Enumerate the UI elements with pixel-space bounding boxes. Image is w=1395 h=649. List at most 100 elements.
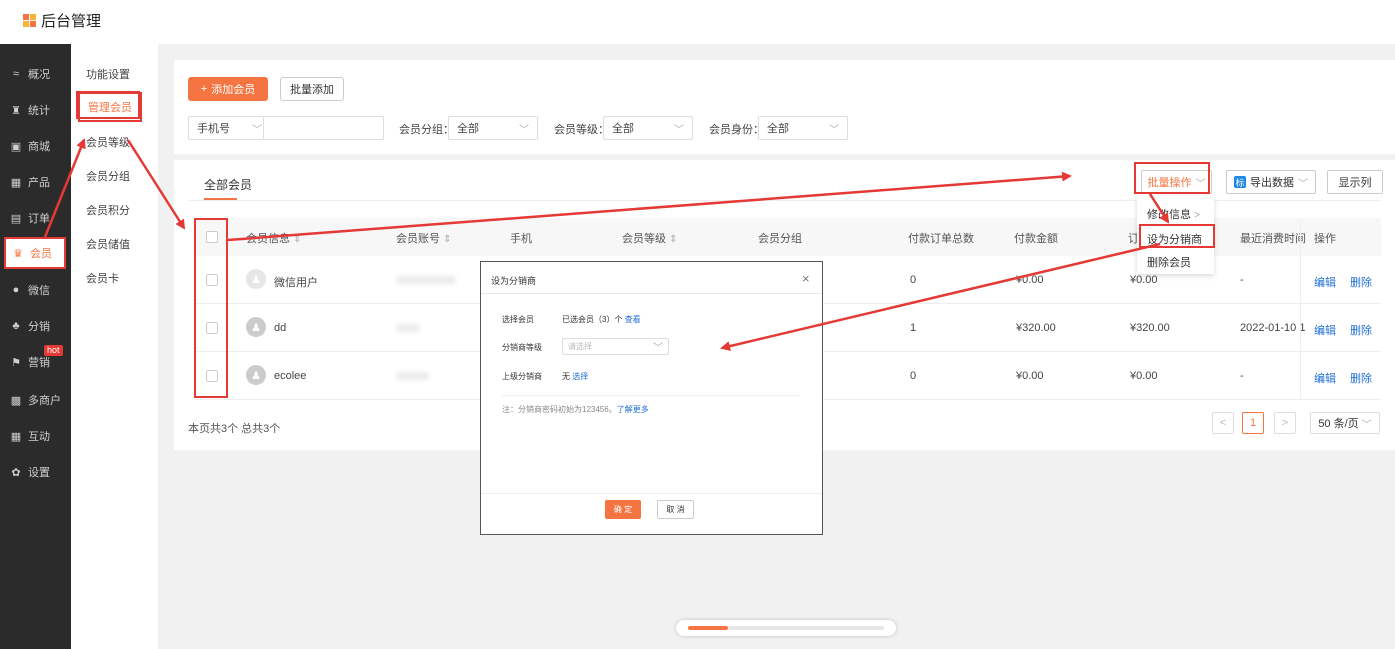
gear-icon: ✿: [11, 466, 21, 479]
paid-amount: ¥0.00: [1016, 274, 1044, 286]
sidebar-item-stats[interactable]: ♜ 统计: [0, 92, 71, 128]
subnav-member-balance[interactable]: 会员储值: [86, 236, 130, 252]
crown-icon: ♛: [13, 247, 23, 260]
blurred-account: [396, 372, 430, 380]
subnav-member-groups[interactable]: 会员分组: [86, 168, 130, 184]
distributor-level-label: 分销商等级: [502, 343, 542, 352]
add-member-button[interactable]: + 添加会员: [188, 77, 268, 101]
confirm-button[interactable]: 确 定: [605, 500, 641, 519]
horizontal-scrollbar[interactable]: [676, 620, 896, 636]
sidebar: ≈ 概况 ♜ 统计 ▣ 商城 ▦ 产品 ▤ 订单 ♛ 会员 ● 微信 ♣ 分销 ⚑ 营销 hot ▩…: [0, 44, 71, 649]
subnav-member-points[interactable]: 会员积分: [86, 202, 130, 218]
sort-icon: ⇕: [293, 234, 302, 245]
app-logo: 后台管理: [23, 10, 101, 31]
prev-page-button[interactable]: <: [1212, 412, 1234, 434]
export-data-button[interactable]: 标导出数据 ﹀: [1226, 170, 1316, 194]
filter-card: + 添加会员 批量添加 手机号 ﹀ 会员分组： 全部 ﹀ 会员等级： 全部 ﹀ 会员身份…: [174, 60, 1395, 154]
display-columns-button[interactable]: 显示列: [1327, 170, 1383, 194]
identity-filter-label: 会员身份：: [709, 124, 764, 136]
distributor-level-select[interactable]: 请选择 ﹀: [562, 338, 669, 355]
annotation-box-checkboxes: [194, 218, 228, 398]
batch-add-button[interactable]: 批量添加: [280, 77, 344, 101]
divider: [502, 395, 800, 396]
distribution-icon: ♣: [12, 320, 20, 332]
chevron-down-icon: ﹀: [653, 343, 663, 354]
col-phone: 手机: [510, 233, 532, 245]
group-select[interactable]: 全部 ﹀: [448, 116, 538, 140]
subnav-member-card[interactable]: 会员卡: [86, 270, 119, 286]
paid-orders: 1: [910, 322, 917, 334]
subnav: 功能设置 管理会员 会员等级 会员分组 会员积分 会员储值 会员卡: [71, 44, 158, 649]
paid-orders: 0: [910, 274, 917, 286]
menu-item-edit-info[interactable]: 修改信息 >: [1147, 206, 1200, 222]
interaction-icon: ▦: [10, 430, 22, 443]
sort-icon: ⇕: [669, 234, 678, 245]
sidebar-item-interaction[interactable]: ▦ 互动: [0, 418, 71, 454]
page-size-select[interactable]: 50 条/页 ﹀: [1310, 412, 1380, 434]
paid-amount: ¥0.00: [1016, 370, 1044, 382]
avatar: ♟: [246, 317, 266, 337]
order-amount: ¥320.00: [1130, 322, 1170, 334]
sidebar-item-orders[interactable]: ▤ 订单: [0, 200, 71, 236]
subnav-function-settings[interactable]: 功能设置: [86, 66, 130, 82]
sidebar-item-overview[interactable]: ≈ 概况: [0, 56, 71, 92]
subnav-manage-members[interactable]: 管理会员: [78, 92, 142, 122]
last-purchase: 2022-01-10 1: [1240, 322, 1306, 334]
col-paid-amount: 付款金额: [1014, 233, 1058, 245]
sidebar-item-multi-merchant[interactable]: ▩ 多商户: [0, 382, 71, 418]
app-title: 后台管理: [41, 13, 102, 30]
select-member-value: 已选会员（3）个 查看: [562, 315, 641, 324]
close-icon[interactable]: ×: [802, 271, 810, 286]
sidebar-item-wechat[interactable]: ● 微信: [0, 272, 71, 308]
last-purchase: -: [1240, 274, 1244, 286]
member-name: ecolee: [274, 370, 307, 382]
learn-more-link[interactable]: 了解更多: [617, 405, 649, 414]
delete-link[interactable]: 删除: [1350, 370, 1372, 386]
flag-icon: ⚑: [11, 356, 21, 369]
password-note: 注：分销商密码初始为123456。了解更多: [502, 405, 649, 414]
delete-link[interactable]: 删除: [1350, 322, 1372, 338]
sidebar-item-distribution[interactable]: ♣ 分销: [0, 308, 71, 344]
sidebar-item-mall[interactable]: ▣ 商城: [0, 128, 71, 164]
tab-all-members[interactable]: 全部会员: [204, 176, 252, 193]
sidebar-item-members[interactable]: ♛ 会员: [4, 237, 66, 269]
next-page-button[interactable]: >: [1274, 412, 1296, 434]
merchant-icon: ▩: [10, 394, 22, 407]
subnav-member-levels[interactable]: 会员等级: [86, 134, 130, 150]
annotation-box-bulk: [1134, 162, 1210, 194]
overview-icon: ≈: [12, 68, 20, 80]
level-select[interactable]: 全部 ﹀: [603, 116, 693, 140]
cancel-button[interactable]: 取 消: [657, 500, 694, 519]
phone-filter[interactable]: 手机号 ﹀: [188, 116, 384, 140]
col-member-account[interactable]: 会员账号 ⇕: [396, 230, 451, 246]
col-member-info[interactable]: 会员信息 ⇕: [246, 230, 301, 246]
sidebar-item-marketing[interactable]: ⚑ 营销 hot: [0, 344, 71, 380]
order-amount: ¥0.00: [1130, 370, 1158, 382]
chevron-down-icon: ﹀: [1361, 419, 1372, 431]
group-filter-label: 会员分组：: [399, 124, 454, 136]
scroll-track: [728, 626, 884, 630]
blurred-account: [396, 276, 456, 284]
chevron-down-icon: ﹀: [674, 124, 684, 136]
order-amount: ¥0.00: [1130, 274, 1158, 286]
select-member-label: 选择会员: [502, 315, 534, 324]
sidebar-item-settings[interactable]: ✿ 设置: [0, 454, 71, 490]
orders-icon: ▤: [10, 212, 22, 225]
identity-select[interactable]: 全部 ﹀: [758, 116, 848, 140]
sidebar-item-products[interactable]: ▦ 产品: [0, 164, 71, 200]
col-member-level[interactable]: 会员等级 ⇕: [622, 230, 677, 246]
col-actions: 操作: [1314, 233, 1336, 245]
page-number-button[interactable]: 1: [1242, 412, 1264, 434]
choose-link[interactable]: 选择: [572, 372, 588, 381]
view-link[interactable]: 查看: [625, 315, 641, 324]
scroll-thumb[interactable]: [688, 626, 728, 630]
edit-link[interactable]: 编辑: [1314, 370, 1336, 386]
menu-item-delete-member[interactable]: 删除会员: [1147, 254, 1191, 270]
edit-link[interactable]: 编辑: [1314, 322, 1336, 338]
edit-link[interactable]: 编辑: [1314, 274, 1336, 290]
mall-icon: ▣: [10, 140, 22, 153]
delete-link[interactable]: 删除: [1350, 274, 1372, 290]
phone-field-select[interactable]: 手机号 ﹀: [189, 117, 264, 139]
logo-icon: [23, 14, 36, 27]
chevron-right-icon: >: [1194, 210, 1200, 221]
